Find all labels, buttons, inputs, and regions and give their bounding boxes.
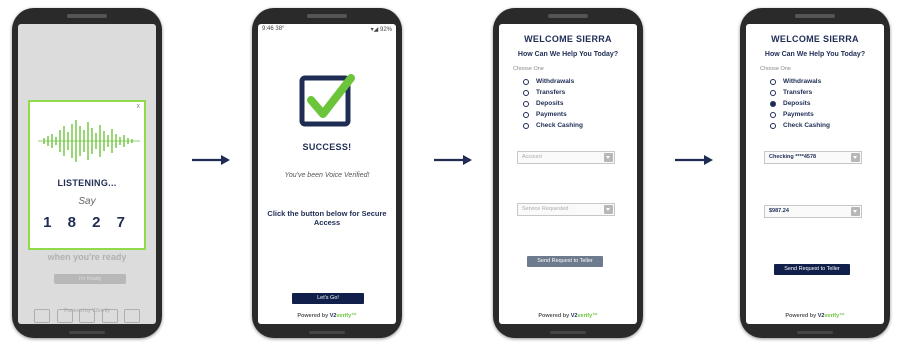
amount-select[interactable]: $987.24 [764, 205, 862, 218]
option-payments[interactable]: Payments [770, 109, 830, 120]
help-subtitle: How Can We Help You Today? [764, 51, 866, 58]
speaker-grille [795, 14, 835, 18]
welcome-title: WELCOME SIERRA [524, 34, 612, 44]
powered-by: Powered by V2verify™ [785, 313, 845, 319]
phone-welcome-empty: WELCOME SIERRA How Can We Help You Today… [493, 8, 643, 338]
chevron-down-icon [604, 153, 613, 162]
home-indicator [550, 331, 586, 334]
help-subtitle: How Can We Help You Today? [517, 51, 619, 58]
status-battery: 92% [379, 27, 392, 33]
home-indicator [797, 331, 833, 334]
radio-button-selected[interactable] [770, 100, 776, 107]
voice-wave-icon [38, 120, 140, 162]
option-withdrawals[interactable]: Withdrawals [523, 76, 583, 87]
chevron-down-icon [851, 153, 860, 162]
close-icon[interactable]: x [137, 103, 141, 110]
welcome-title: WELCOME SIERRA [771, 34, 859, 44]
radio-button[interactable] [523, 89, 529, 96]
radio-button[interactable] [523, 122, 529, 129]
powered-by: Powered by V2verify™ [538, 313, 598, 319]
choose-one-label: Choose One [513, 66, 544, 72]
access-instruction: Click the button below for Secure Access [267, 209, 387, 227]
radio-button[interactable] [770, 122, 776, 129]
phone-welcome-filled: WELCOME SIERRA How Can We Help You Today… [740, 8, 890, 338]
radio-button[interactable] [523, 78, 529, 85]
account-select[interactable]: Checking ****4578 [764, 151, 862, 164]
option-deposits[interactable]: Deposits [770, 98, 830, 109]
status-temp: 38° [275, 26, 285, 32]
radio-button[interactable] [523, 100, 529, 107]
say-label: Say [78, 196, 96, 207]
speaker-grille [548, 14, 588, 18]
checkmark-icon [299, 72, 355, 128]
chevron-down-icon [851, 207, 860, 216]
choose-one-label: Choose One [760, 66, 791, 72]
speaker-grille [67, 14, 107, 18]
flow-arrow-2 [433, 153, 473, 167]
option-payments[interactable]: Payments [523, 109, 583, 120]
speaker-grille [307, 14, 347, 18]
option-check-cashing[interactable]: Check Cashing [523, 120, 583, 131]
welcome-screen: WELCOME SIERRA How Can We Help You Today… [499, 24, 637, 324]
flow-arrow-1 [191, 153, 231, 167]
status-bar: 9:46 38° ▾◢ 92% [262, 26, 392, 33]
phone-success: 9:46 38° ▾◢ 92% SUCCESS! You've been Voi… [252, 8, 402, 338]
radio-button[interactable] [770, 89, 776, 96]
listening-modal: x LISTENING... Say 1 8 2 7 [28, 100, 146, 250]
listening-screen: Click the button below when you're ready… [18, 24, 156, 324]
option-transfers[interactable]: Transfers [770, 87, 830, 98]
lets-go-button[interactable]: Let's Go! [292, 293, 364, 304]
send-request-button[interactable]: Send Request to Teller [774, 264, 850, 275]
service-options: Withdrawals Transfers Deposits Payments … [770, 76, 830, 131]
background-ready-button: I'm Ready [54, 274, 126, 284]
option-transfers[interactable]: Transfers [523, 87, 583, 98]
success-title: SUCCESS! [302, 142, 352, 152]
phone-listening: Click the button below when you're ready… [12, 8, 162, 338]
send-request-button[interactable]: Send Request to Teller [527, 256, 603, 267]
option-deposits[interactable]: Deposits [523, 98, 583, 109]
option-check-cashing[interactable]: Check Cashing [770, 120, 830, 131]
signal-icon: ▾◢ [370, 27, 379, 33]
radio-button[interactable] [770, 111, 776, 118]
home-indicator [309, 331, 345, 334]
service-select[interactable]: Service Requested [517, 203, 615, 216]
radio-button[interactable] [523, 111, 529, 118]
powered-by: Powered by V2verify™ [297, 313, 357, 319]
status-time: 9:46 [262, 26, 274, 32]
service-options: Withdrawals Transfers Deposits Payments … [523, 76, 583, 131]
radio-button[interactable] [770, 78, 776, 85]
listening-label: LISTENING... [57, 178, 117, 188]
chevron-down-icon [604, 205, 613, 214]
option-withdrawals[interactable]: Withdrawals [770, 76, 830, 87]
flow-arrow-3 [674, 153, 714, 167]
background-powered-by: Powered by V2verify [64, 308, 110, 314]
arrow-right-icon [192, 155, 230, 165]
success-screen: 9:46 38° ▾◢ 92% SUCCESS! You've been Voi… [258, 24, 396, 324]
arrow-right-icon [675, 155, 713, 165]
account-select[interactable]: Account [517, 151, 615, 164]
arrow-right-icon [434, 155, 472, 165]
passphrase-code: 1 8 2 7 [43, 214, 131, 231]
welcome-screen-filled: WELCOME SIERRA How Can We Help You Today… [746, 24, 884, 324]
verified-message: You've been Voice Verified! [284, 172, 370, 179]
home-indicator [69, 331, 105, 334]
